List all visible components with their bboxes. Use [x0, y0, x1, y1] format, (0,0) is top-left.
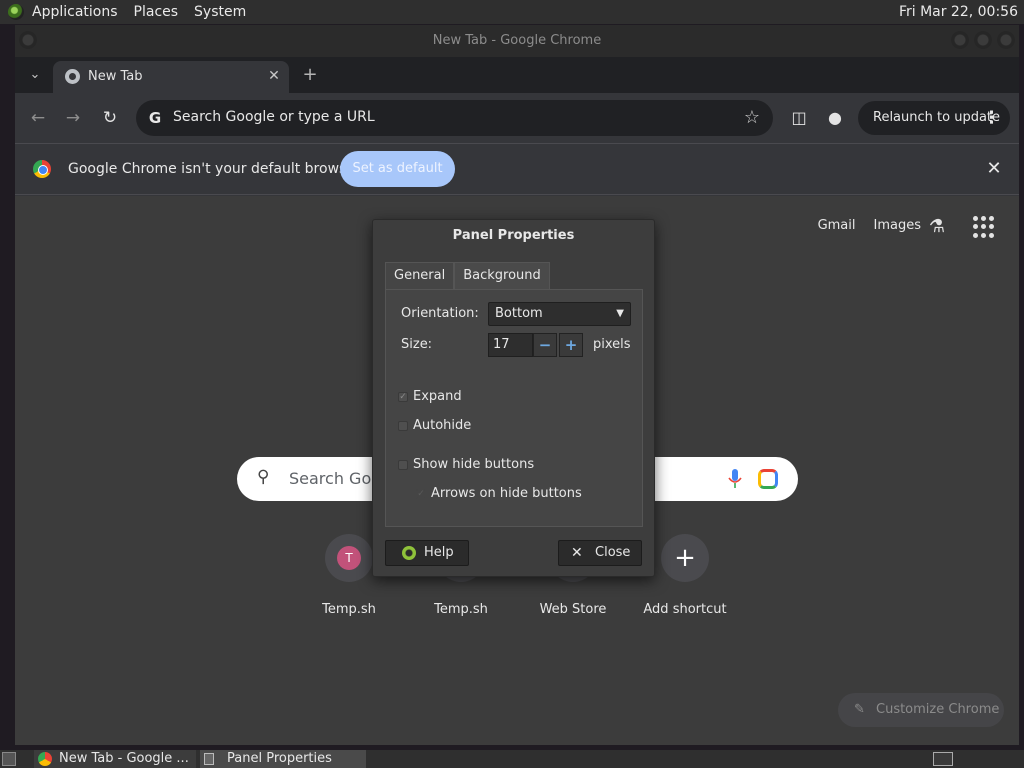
side-panel-icon[interactable]: ◫: [787, 106, 811, 130]
toolbar: ← → ↻ G Search Google or type a URL ☆ ◫ …: [15, 93, 1019, 143]
chrome-favicon-icon: [65, 69, 80, 84]
shortcut-avatar: T: [337, 546, 361, 570]
pencil-icon: ✎: [854, 702, 865, 717]
relaunch-label: Relaunch to update: [873, 110, 1001, 125]
arrows-on-hide-buttons-label: Arrows on hide buttons: [431, 486, 582, 501]
profile-icon[interactable]: ●: [823, 106, 847, 130]
infobar-message: Google Chrome isn't your default browser: [68, 161, 361, 177]
menu-applications[interactable]: Applications: [32, 4, 118, 20]
window-menu-icon[interactable]: [19, 31, 37, 49]
menu-places[interactable]: Places: [134, 4, 179, 20]
autohide-label[interactable]: Autohide: [413, 418, 471, 433]
close-button[interactable]: ✕ Close: [558, 540, 642, 566]
images-link[interactable]: Images: [874, 218, 922, 233]
size-unit-label: pixels: [593, 337, 631, 352]
chrome-logo-icon: [33, 160, 51, 178]
general-tab-pane: Orientation: Bottom ▼ Size: 17 − + pixel…: [385, 289, 643, 527]
new-tab-plus-icon[interactable]: +: [299, 64, 321, 86]
minimize-icon[interactable]: [951, 31, 969, 49]
shortcut-label: Temp.sh: [322, 602, 376, 617]
top-panel: Applications Places System Fri Mar 22, 0…: [0, 0, 1024, 24]
relaunch-to-update-button[interactable]: Relaunch to update ⋮: [858, 101, 1010, 135]
autohide-checkbox[interactable]: [398, 421, 408, 431]
taskbar-item-chrome[interactable]: New Tab - Google ...: [34, 750, 196, 768]
customize-chrome-button[interactable]: ✎ Customize Chrome: [838, 693, 1004, 727]
taskbar-item-panel-properties[interactable]: Panel Properties: [200, 750, 366, 768]
maximize-icon[interactable]: [974, 31, 992, 49]
size-increment-button[interactable]: +: [559, 333, 583, 357]
infobar-close-icon[interactable]: ✕: [983, 158, 1005, 180]
tab-title: New Tab: [88, 69, 143, 84]
show-hide-buttons-checkbox[interactable]: [398, 460, 408, 470]
shortcut-label: Web Store: [539, 602, 607, 617]
customize-label: Customize Chrome: [876, 702, 1000, 717]
close-window-icon[interactable]: [997, 31, 1015, 49]
orientation-label: Orientation:: [401, 306, 479, 321]
gmail-link[interactable]: Gmail: [818, 218, 856, 233]
tab-strip: ⌄ New Tab ✕ +: [15, 57, 1019, 93]
size-decrement-button[interactable]: −: [533, 333, 557, 357]
menu-system[interactable]: System: [194, 4, 246, 20]
bookmark-star-icon[interactable]: ☆: [741, 107, 763, 129]
shortcut-label: Add shortcut: [643, 602, 727, 617]
default-browser-infobar: Google Chrome isn't your default browser…: [15, 143, 1019, 195]
plus-icon: +: [674, 543, 696, 573]
show-hide-buttons-label[interactable]: Show hide buttons: [413, 457, 534, 472]
help-lifebuoy-icon: [402, 546, 416, 560]
panel-properties-dialog: Panel Properties General Background Orie…: [372, 219, 655, 577]
window-titlebar[interactable]: New Tab - Google Chrome: [15, 25, 1019, 57]
help-button[interactable]: Help: [385, 540, 469, 566]
close-label: Close: [595, 545, 631, 560]
workspace-switcher-icon[interactable]: [933, 752, 953, 766]
forward-arrow-icon[interactable]: →: [61, 106, 85, 130]
tab-background[interactable]: Background: [454, 262, 550, 290]
google-apps-icon[interactable]: [973, 216, 995, 238]
tab-close-icon[interactable]: ✕: [265, 67, 283, 85]
search-icon: ⚲: [257, 467, 270, 487]
tab-general[interactable]: General: [385, 262, 455, 290]
more-menu-icon[interactable]: ⋮: [983, 101, 1000, 135]
orientation-select[interactable]: Bottom ▼: [488, 302, 631, 326]
reload-icon[interactable]: ↻: [98, 106, 122, 130]
add-shortcut-icon: +: [661, 534, 709, 582]
clock[interactable]: Fri Mar 22, 00:56: [899, 4, 1018, 20]
size-input[interactable]: 17: [488, 333, 533, 357]
ntp-search-placeholder: Search Goo: [289, 469, 382, 488]
google-lens-icon[interactable]: [758, 469, 778, 489]
taskbar-item-label: Panel Properties: [227, 751, 332, 766]
help-label: Help: [424, 545, 454, 560]
tab-search-chevron-icon[interactable]: ⌄: [27, 67, 43, 83]
dropdown-arrow-icon: ▼: [616, 308, 624, 319]
omnibox[interactable]: G Search Google or type a URL ☆: [136, 100, 773, 136]
labs-flask-icon[interactable]: ⚗: [926, 216, 948, 238]
distro-logo-icon[interactable]: [8, 4, 24, 20]
set-as-default-button[interactable]: Set as default: [340, 151, 455, 187]
omnibox-placeholder: Search Google or type a URL: [173, 109, 375, 125]
shortcut-icon: T: [325, 534, 373, 582]
voice-search-mic-icon[interactable]: [728, 469, 742, 489]
tab-new-tab[interactable]: New Tab ✕: [53, 61, 289, 93]
expand-checkbox[interactable]: ✓: [398, 392, 408, 402]
dialog-tabs: General Background: [385, 262, 550, 290]
expand-label[interactable]: Expand: [413, 389, 462, 404]
bottom-taskbar: New Tab - Google ... Panel Properties: [0, 750, 1024, 768]
ntp-header-links: Gmail Images: [818, 218, 921, 233]
back-arrow-icon[interactable]: ←: [26, 106, 50, 130]
window-title: New Tab - Google Chrome: [432, 33, 602, 48]
google-g-icon: G: [148, 109, 162, 127]
dialog-title: Panel Properties: [452, 228, 575, 243]
show-desktop-icon[interactable]: [2, 752, 16, 766]
close-x-icon: ✕: [571, 545, 583, 561]
arrows-on-hide-buttons-checkbox: ✓: [416, 489, 426, 499]
taskbar-item-label: New Tab - Google ...: [59, 751, 189, 766]
shortcut-label: Temp.sh: [434, 602, 488, 617]
panel-taskbar-icon: [204, 753, 214, 765]
orientation-value: Bottom: [495, 306, 543, 321]
chrome-taskbar-icon: [38, 752, 52, 766]
size-label: Size:: [401, 337, 433, 352]
